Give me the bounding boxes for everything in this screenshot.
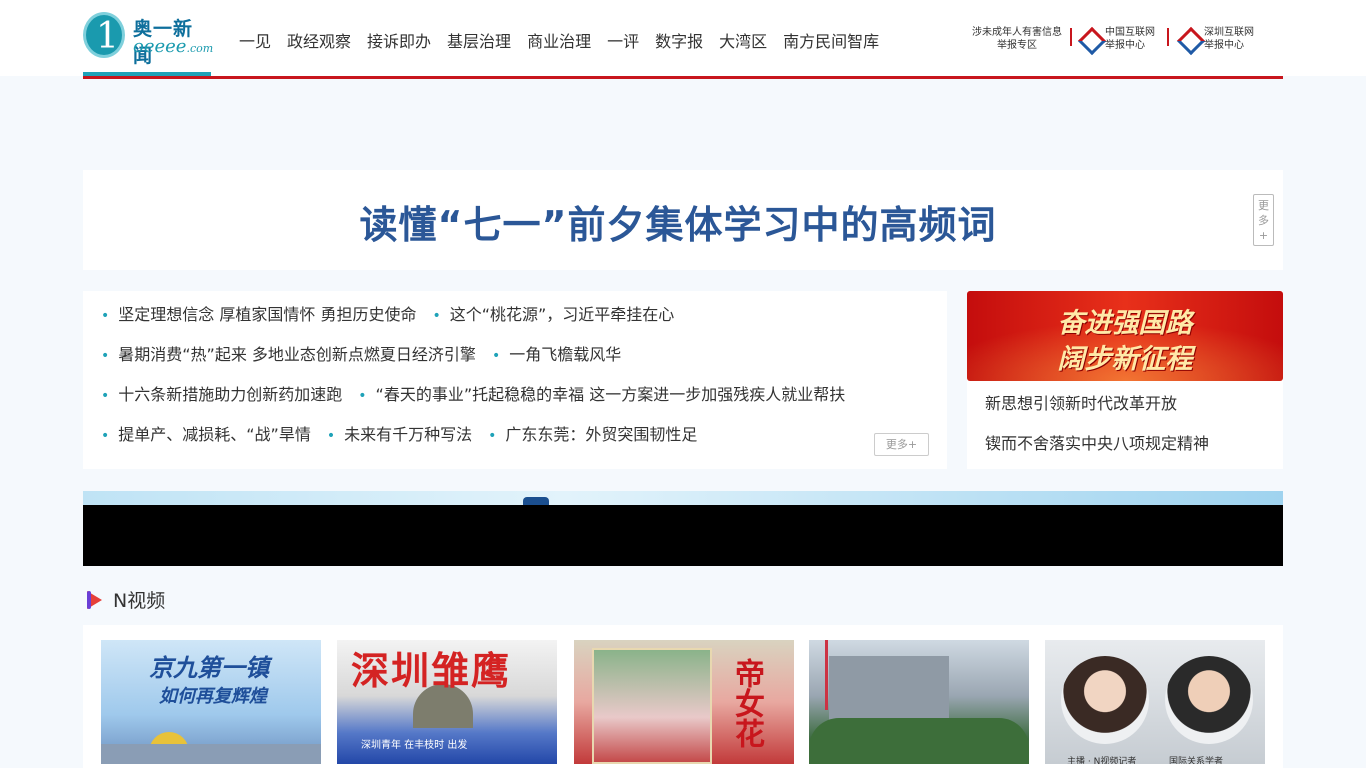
report-minors-line1: 涉未成年人有害信息 [972,27,1062,38]
video-card[interactable] [809,640,1029,764]
site-header: 1 奥一新闻 oeeee.com 一见 政经观察 接诉即办 基层治理 商业治理 … [0,0,1366,79]
banner-strip [83,491,1283,505]
more-char: 更 [1258,199,1269,212]
promo-banner-line2: 阔步新征程 [1057,344,1193,375]
presenter-avatar [1061,656,1149,744]
promo-banner[interactable]: 奋进强国路 阔步新征程 [967,291,1283,381]
card-image-detail [825,640,828,710]
presenter-caption: 主播 · N视频记者 [1067,757,1137,764]
news-row: 暑期消费“热”起来 多地业态创新点燃夏日经济引擎 一角飞檐载风华 [101,341,637,365]
video-card-title: 京九第一镇 [149,654,269,682]
news-row: 坚定理想信念 厚植家国情怀 勇担历史使命 这个“桃花源”，习近平牵挂在心 [101,301,690,325]
presenter-avatar [1165,656,1253,744]
news-link[interactable]: 未来有千万种写法 [327,421,472,445]
presenter-caption: 国际关系学者 [1169,757,1224,764]
news-row: 十六条新措施助力创新药加速跑 “春天的事业”托起稳稳的幸福 这一方案进一步加强残… [101,381,861,405]
nav-item-jiceng[interactable]: 基层治理 [447,28,511,52]
video-card[interactable]: 深圳雏鹰 深圳青年 在丰枝时 出发 [337,640,557,764]
report-shenzhen-line2: 举报中心 [1204,40,1244,51]
news-link[interactable]: 广东东莞：外贸突围韧性足 [488,421,697,445]
video-card-subtitle: 深圳青年 在丰枝时 出发 [361,740,468,751]
nav-item-shuzibao[interactable]: 数字报 [655,28,703,52]
promo-box: 奋进强国路 阔步新征程 新思想引领新时代改革开放 锲而不舍落实中央八项规定精神 [967,291,1283,469]
news-link[interactable]: 提单产、减损耗、“战”旱情 [101,421,311,445]
news-list: 坚定理想信念 厚植家国情怀 勇担历史使命 这个“桃花源”，习近平牵挂在心 暑期消… [83,291,947,469]
video-card-title: 帝女花 [729,658,764,748]
section-label: N视频 [113,590,166,612]
news-link[interactable]: 坚定理想信念 厚植家国情怀 勇担历史使命 [101,301,416,325]
nav-item-zhengjing[interactable]: 政经观察 [287,28,351,52]
nav-item-dawanqu[interactable]: 大湾区 [719,28,767,52]
news-row: 提单产、减损耗、“战”旱情 未来有千万种写法 广东东莞：外贸突围韧性足 [101,421,713,445]
divider [1167,28,1169,46]
card-image-detail [101,744,321,764]
site-logo[interactable]: 1 奥一新闻 oeeee.com [83,12,214,76]
report-minors-line2: 举报专区 [997,40,1037,51]
video-card[interactable]: 帝女花 [574,640,794,764]
report-center-icon [1079,28,1101,50]
nav-item-yiping[interactable]: 一评 [607,28,639,52]
card-image-detail [592,648,712,764]
report-minors-link[interactable]: 涉未成年人有害信息 举报专区 [969,26,1065,52]
news-link[interactable]: “春天的事业”托起稳稳的幸福 这一方案进一步加强残疾人就业帮扶 [358,381,846,405]
promo-link[interactable]: 新思想引领新时代改革开放 [985,390,1177,414]
report-china-line1: 中国互联网 [1105,27,1155,38]
report-center-icon [1178,28,1200,50]
video-card[interactable]: 京九第一镇 如何再复辉煌 [101,640,321,764]
news-link[interactable]: 一角飞檐载风华 [492,341,621,365]
card-image-detail [809,718,1029,764]
video-banner[interactable] [83,491,1283,566]
logo-text-en: oeeee.com [133,36,214,57]
video-card[interactable]: 主播 · N视频记者 国际关系学者 [1045,640,1265,764]
promo-banner-line1: 奋进强国路 [1057,308,1193,339]
header-inner: 1 奥一新闻 oeeee.com 一见 政经观察 接诉即办 基层治理 商业治理 … [83,0,1283,79]
nav-item-jiesu[interactable]: 接诉即办 [367,28,431,52]
news-link[interactable]: 暑期消费“热”起来 多地业态创新点燃夏日经济引擎 [101,341,476,365]
more-char: + [1258,229,1269,242]
news-link[interactable]: 十六条新措施助力创新药加速跑 [101,381,342,405]
top-headline[interactable]: 读懂“七一”前夕集体学习中的高频词 [83,194,1273,249]
report-china-link[interactable]: 中国互联网 举报中心 [1079,26,1161,52]
news-more-button[interactable]: 更多+ [874,433,929,456]
play-icon [85,589,105,611]
main-nav: 一见 政经观察 接诉即办 基层治理 商业治理 一评 数字报 大湾区 南方民间智库 [239,28,895,52]
section-title-nvideo[interactable]: N视频 [85,586,165,613]
report-shenzhen-link[interactable]: 深圳互联网 举报中心 [1178,26,1260,52]
report-china-line2: 举报中心 [1105,40,1145,51]
headline-box: 读懂“七一”前夕集体学习中的高频词 更 多 + [83,170,1283,270]
video-card-subtitle: 如何再复辉煌 [159,686,267,707]
logo-mark-icon: 1 [83,12,125,58]
headline-more-button[interactable]: 更 多 + [1253,194,1274,246]
more-char: 多 [1258,214,1269,227]
nav-item-zhiku[interactable]: 南方民间智库 [783,28,879,52]
video-list: 京九第一镇 如何再复辉煌 深圳雏鹰 深圳青年 在丰枝时 出发 帝女花 主播 · … [83,625,1283,768]
report-shenzhen-line1: 深圳互联网 [1204,27,1254,38]
nav-item-yijian[interactable]: 一见 [239,28,271,52]
video-card-title: 深圳雏鹰 [351,649,512,693]
nav-item-shangye[interactable]: 商业治理 [527,28,591,52]
promo-link[interactable]: 锲而不舍落实中央八项规定精神 [985,430,1209,454]
news-link[interactable]: 这个“桃花源”，习近平牵挂在心 [432,301,675,325]
divider [1070,28,1072,46]
